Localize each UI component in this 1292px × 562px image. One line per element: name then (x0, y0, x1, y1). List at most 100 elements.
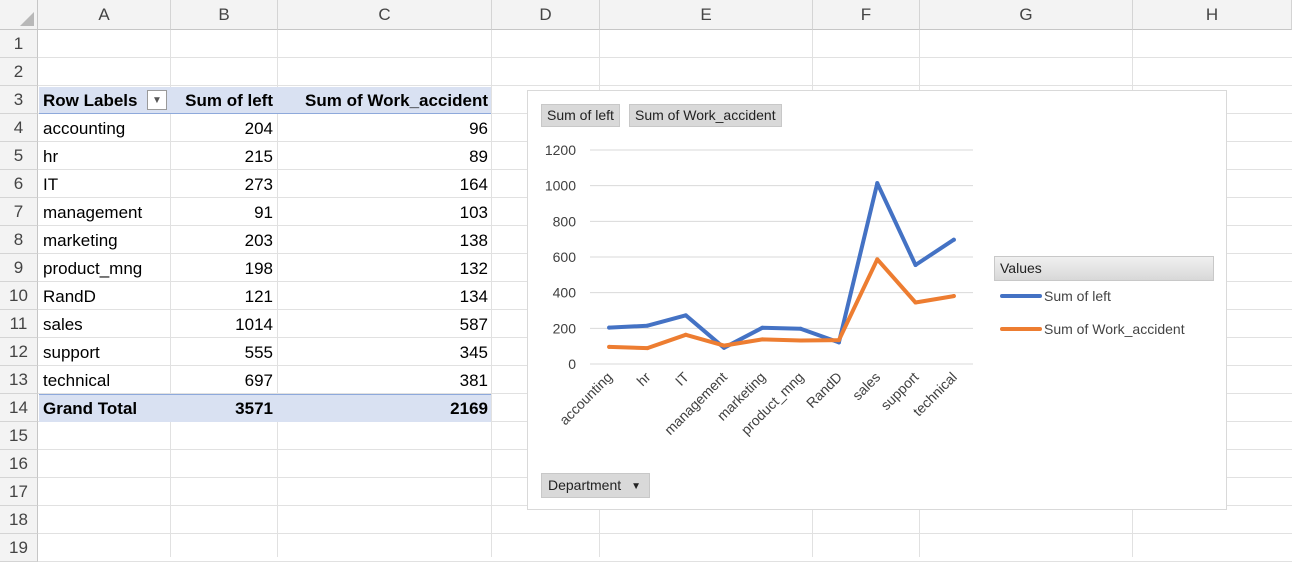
pivot-row-sum-of-work-accident[interactable]: 587 (278, 311, 492, 339)
row-header-12[interactable]: 12 (0, 338, 38, 366)
legend-label-work: Sum of Work_accident (1044, 321, 1185, 337)
column-header-h[interactable]: H (1133, 0, 1292, 30)
pivot-header-sum-of-work-accident[interactable]: Sum of Work_accident (278, 87, 492, 115)
dropdown-arrow-icon: ▼ (631, 480, 642, 492)
pivot-row-sum-of-work-accident[interactable]: 89 (278, 143, 492, 171)
pivot-row-sum-of-work-accident[interactable]: 381 (278, 367, 492, 395)
series-line-sum-of-left (607, 181, 956, 350)
legend-item-sum-of-work-accident[interactable]: Sum of Work_accident (1000, 321, 1185, 337)
column-header-d[interactable]: D (492, 0, 600, 30)
data-point-sum-of-left (607, 325, 612, 330)
data-point-sum-of-work-accident (607, 344, 612, 349)
pivot-row-sum-of-left[interactable]: 697 (171, 367, 277, 395)
grand-total-left[interactable]: 3571 (171, 395, 277, 423)
row-header-14[interactable]: 14 (0, 394, 38, 422)
legend-line-left (1000, 294, 1042, 298)
pivot-row-sum-of-left[interactable]: 121 (171, 283, 277, 311)
row-header-2[interactable]: 2 (0, 58, 38, 86)
row-header-8[interactable]: 8 (0, 226, 38, 254)
data-point-sum-of-work-accident (722, 343, 727, 348)
row-header-9[interactable]: 9 (0, 254, 38, 282)
pivot-row-sum-of-work-accident[interactable]: 134 (278, 283, 492, 311)
legend-title[interactable]: Values (994, 256, 1214, 281)
spreadsheet[interactable]: ABCDEFGH 1 2 3 4 5 6 7 8 9 10 11 12 13 14 15 16 17 18 19 R… (0, 0, 1292, 562)
row-header-3[interactable]: 3 (0, 86, 38, 114)
pivot-row-sum-of-left[interactable]: 203 (171, 227, 277, 255)
data-point-sum-of-work-accident (875, 257, 880, 262)
pivot-row-label[interactable]: marketing (40, 227, 170, 255)
data-point-sum-of-work-accident (645, 346, 650, 351)
line-plot[interactable]: 0 200 400 600 800 1000 1200 accounting hr ITmanag… (528, 131, 1008, 491)
data-point-sum-of-work-accident (798, 338, 803, 343)
pivot-row-label[interactable]: RandD (40, 283, 170, 311)
data-point-sum-of-left (875, 181, 880, 186)
column-header-e[interactable]: E (600, 0, 813, 30)
gridline-horizontal (38, 533, 1292, 534)
pivot-row-sum-of-left[interactable]: 273 (171, 171, 277, 199)
row-header-10[interactable]: 10 (0, 282, 38, 310)
y-tick-label: 200 (553, 320, 577, 336)
select-all-corner[interactable] (0, 0, 38, 30)
grand-total-work-accident[interactable]: 2169 (278, 395, 492, 423)
chip-sum-of-left[interactable]: Sum of left (541, 104, 620, 127)
row-header-13[interactable]: 13 (0, 366, 38, 394)
row-header-7[interactable]: 7 (0, 198, 38, 226)
y-tick-label: 800 (553, 213, 577, 229)
column-header-c[interactable]: C (278, 0, 492, 30)
department-filter-button[interactable]: Department ▼ (541, 473, 651, 498)
pivot-row-sum-of-work-accident[interactable]: 132 (278, 255, 492, 283)
row-header-5[interactable]: 5 (0, 142, 38, 170)
pivot-row-sum-of-work-accident[interactable]: 103 (278, 199, 492, 227)
y-tick-label: 1000 (545, 178, 576, 194)
grand-total-label[interactable]: Grand Total (40, 395, 170, 423)
pivot-row-label[interactable]: sales (40, 311, 170, 339)
y-tick-label: 1200 (545, 142, 576, 158)
y-tick-label: 600 (553, 249, 577, 265)
row-header-19[interactable]: 19 (0, 534, 38, 562)
pivot-row-sum-of-left[interactable]: 91 (171, 199, 277, 227)
pivot-row-sum-of-left[interactable]: 198 (171, 255, 277, 283)
row-header-11[interactable]: 11 (0, 310, 38, 338)
x-tick-label: accounting (556, 369, 615, 428)
filter-dropdown-icon[interactable]: ▼ (147, 90, 167, 110)
pivot-row-sum-of-left[interactable]: 1014 (171, 311, 277, 339)
row-header-16[interactable]: 16 (0, 450, 38, 478)
row-header-4[interactable]: 4 (0, 114, 38, 142)
pivot-row-sum-of-left[interactable]: 215 (171, 143, 277, 171)
pivot-row-sum-of-left[interactable]: 204 (171, 115, 277, 143)
pivot-row-label[interactable]: support (40, 339, 170, 367)
data-point-sum-of-left (798, 326, 803, 331)
pivot-row-sum-of-work-accident[interactable]: 96 (278, 115, 492, 143)
row-header-15[interactable]: 15 (0, 422, 38, 450)
pivot-row-sum-of-work-accident[interactable]: 345 (278, 339, 492, 367)
pivot-row-label[interactable]: IT (40, 171, 170, 199)
pivot-row-sum-of-left[interactable]: 555 (171, 339, 277, 367)
pivot-row-label[interactable]: accounting (40, 115, 170, 143)
y-tick-label: 400 (553, 285, 577, 301)
pivot-row-label[interactable]: hr (40, 143, 170, 171)
x-tick-label: IT (672, 368, 692, 388)
column-header-b[interactable]: B (171, 0, 278, 30)
pivot-row-label[interactable]: product_mng (40, 255, 170, 283)
row-header-1[interactable]: 1 (0, 30, 38, 58)
x-tick-label: management (661, 369, 730, 438)
data-point-sum-of-work-accident (836, 338, 841, 343)
x-tick-label: hr (633, 369, 653, 389)
legend-line-work (1000, 327, 1042, 331)
row-header-6[interactable]: 6 (0, 170, 38, 198)
pivot-header-sum-of-left[interactable]: Sum of left (171, 87, 277, 115)
pivot-row-label[interactable]: technical (40, 367, 170, 395)
pivot-row-sum-of-work-accident[interactable]: 164 (278, 171, 492, 199)
column-header-g[interactable]: G (920, 0, 1133, 30)
legend-item-sum-of-left[interactable]: Sum of left (1000, 288, 1111, 304)
row-header-17[interactable]: 17 (0, 478, 38, 506)
x-tick-label: RandD (803, 369, 845, 411)
data-point-sum-of-work-accident (913, 300, 918, 305)
pivot-row-label[interactable]: management (40, 199, 170, 227)
pivot-row-sum-of-work-accident[interactable]: 138 (278, 227, 492, 255)
column-header-a[interactable]: A (38, 0, 171, 30)
pivot-chart[interactable]: Sum of left Sum of Work_accident 0 200 400… (527, 90, 1227, 510)
chip-sum-of-work-accident[interactable]: Sum of Work_accident (629, 104, 782, 127)
column-header-f[interactable]: F (813, 0, 920, 30)
row-header-18[interactable]: 18 (0, 506, 38, 534)
